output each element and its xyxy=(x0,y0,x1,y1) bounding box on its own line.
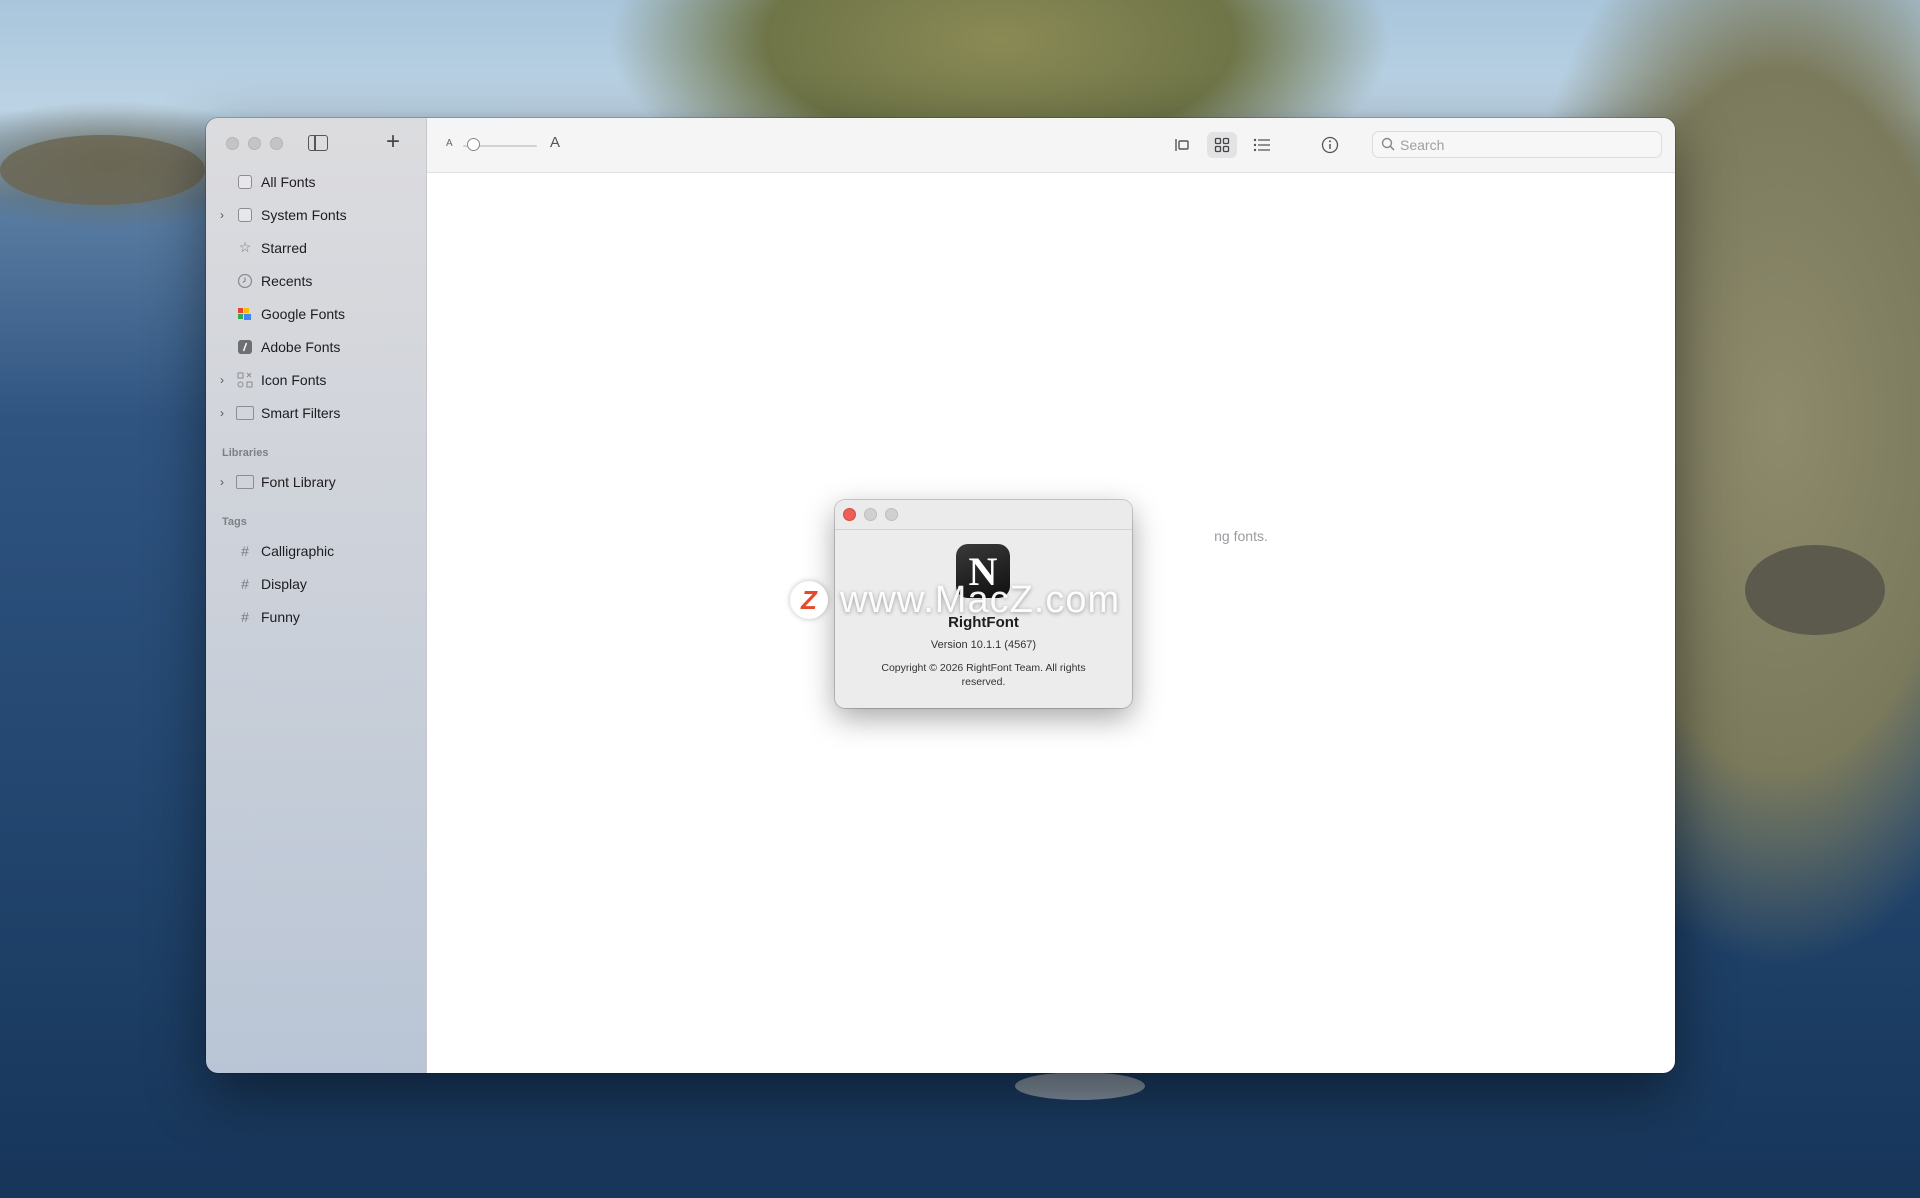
hashtag-icon: # xyxy=(241,542,249,559)
chevron-right-icon[interactable]: › xyxy=(220,373,224,387)
sidebar-item-icon-fonts[interactable]: › Icon Fonts xyxy=(206,363,426,396)
sidebar-item-system-fonts[interactable]: › System Fonts xyxy=(206,198,426,231)
toolbar: A A Search xyxy=(427,118,1675,173)
close-button[interactable] xyxy=(226,137,239,150)
chevron-right-icon[interactable]: › xyxy=(220,208,224,222)
search-icon xyxy=(1381,137,1395,151)
google-fonts-icon xyxy=(236,305,254,323)
all-fonts-icon xyxy=(236,173,254,191)
icon-fonts-icon xyxy=(236,371,254,389)
watermark: Z www.MacZ.com xyxy=(790,578,1120,622)
library-icon xyxy=(236,473,254,491)
clock-icon xyxy=(236,272,254,290)
desktop-rock-bottom xyxy=(1015,1072,1145,1100)
list-view-button[interactable] xyxy=(1247,132,1277,158)
app-version: Version 10.1.1 (4567) xyxy=(930,639,1037,651)
sidebar-item-font-library[interactable]: › Font Library xyxy=(206,465,426,498)
system-fonts-icon xyxy=(236,206,254,224)
desktop-rock-right xyxy=(1745,545,1885,635)
hashtag-icon: # xyxy=(241,575,249,592)
tag-item-display[interactable]: # Display xyxy=(206,567,426,600)
sidebar-toggle-icon[interactable] xyxy=(308,135,328,151)
sidebar-item-label: Adobe Fonts xyxy=(261,338,341,355)
info-icon xyxy=(1321,136,1339,154)
tags-heading: Tags xyxy=(222,516,247,528)
minimize-button[interactable] xyxy=(248,137,261,150)
grid-view-button[interactable] xyxy=(1207,132,1237,158)
sidebar-item-all-fonts[interactable]: All Fonts xyxy=(206,165,426,198)
about-titlebar xyxy=(835,500,1132,530)
info-button[interactable] xyxy=(1315,132,1345,158)
desktop-rock-left xyxy=(0,135,205,205)
app-copyright: Copyright © 2026 RightFont Team. All rig… xyxy=(881,662,1086,688)
slider-knob[interactable] xyxy=(467,138,480,151)
hashtag-icon: # xyxy=(241,608,249,625)
libraries-heading: Libraries xyxy=(222,447,269,459)
tag-label: Display xyxy=(261,575,307,592)
sidebar-item-label: Recents xyxy=(261,272,313,289)
grid-view-icon xyxy=(1214,137,1230,153)
about-minimize-button xyxy=(864,508,877,521)
folder-icon xyxy=(236,404,254,422)
sidebar-item-smart-filters[interactable]: › Smart Filters xyxy=(206,396,426,429)
sidebar: + All Fonts › System Fonts ☆ Starred Rec… xyxy=(206,118,427,1073)
watermark-logo-icon: Z xyxy=(790,581,828,619)
tag-label: Funny xyxy=(261,608,300,625)
sidebar-item-label: Font Library xyxy=(261,473,336,490)
sidebar-item-starred[interactable]: ☆ Starred xyxy=(206,231,426,264)
preview-pane-button[interactable] xyxy=(1167,132,1197,158)
preview-pane-icon xyxy=(1175,139,1189,151)
sidebar-nav: All Fonts › System Fonts ☆ Starred Recen… xyxy=(206,165,426,633)
zoom-button[interactable] xyxy=(270,137,283,150)
about-zoom-button xyxy=(885,508,898,521)
tag-label: Calligraphic xyxy=(261,542,335,559)
tag-item-funny[interactable]: # Funny xyxy=(206,600,426,633)
tag-item-calligraphic[interactable]: # Calligraphic xyxy=(206,534,426,567)
search-placeholder: Search xyxy=(1400,137,1445,153)
sidebar-item-label: Smart Filters xyxy=(261,404,341,421)
sidebar-item-label: Google Fonts xyxy=(261,305,346,322)
sidebar-item-google-fonts[interactable]: Google Fonts xyxy=(206,297,426,330)
sidebar-item-label: All Fonts xyxy=(261,173,316,190)
size-small-label: A xyxy=(446,138,453,149)
adobe-fonts-icon xyxy=(236,338,254,356)
about-close-button[interactable] xyxy=(843,508,856,521)
sidebar-item-label: Starred xyxy=(261,239,307,256)
star-icon: ☆ xyxy=(238,239,252,255)
chevron-right-icon[interactable]: › xyxy=(220,475,224,489)
search-input[interactable]: Search xyxy=(1372,131,1662,158)
size-large-label: A xyxy=(550,134,561,151)
sidebar-item-recents[interactable]: Recents xyxy=(206,264,426,297)
sidebar-item-adobe-fonts[interactable]: Adobe Fonts xyxy=(206,330,426,363)
list-view-icon xyxy=(1253,138,1270,152)
watermark-text: www.MacZ.com xyxy=(840,578,1121,621)
sidebar-item-label: System Fonts xyxy=(261,206,347,223)
window-controls xyxy=(226,137,283,150)
chevron-right-icon[interactable]: › xyxy=(220,406,224,420)
sidebar-item-label: Icon Fonts xyxy=(261,371,327,388)
add-icon[interactable]: + xyxy=(386,128,400,156)
